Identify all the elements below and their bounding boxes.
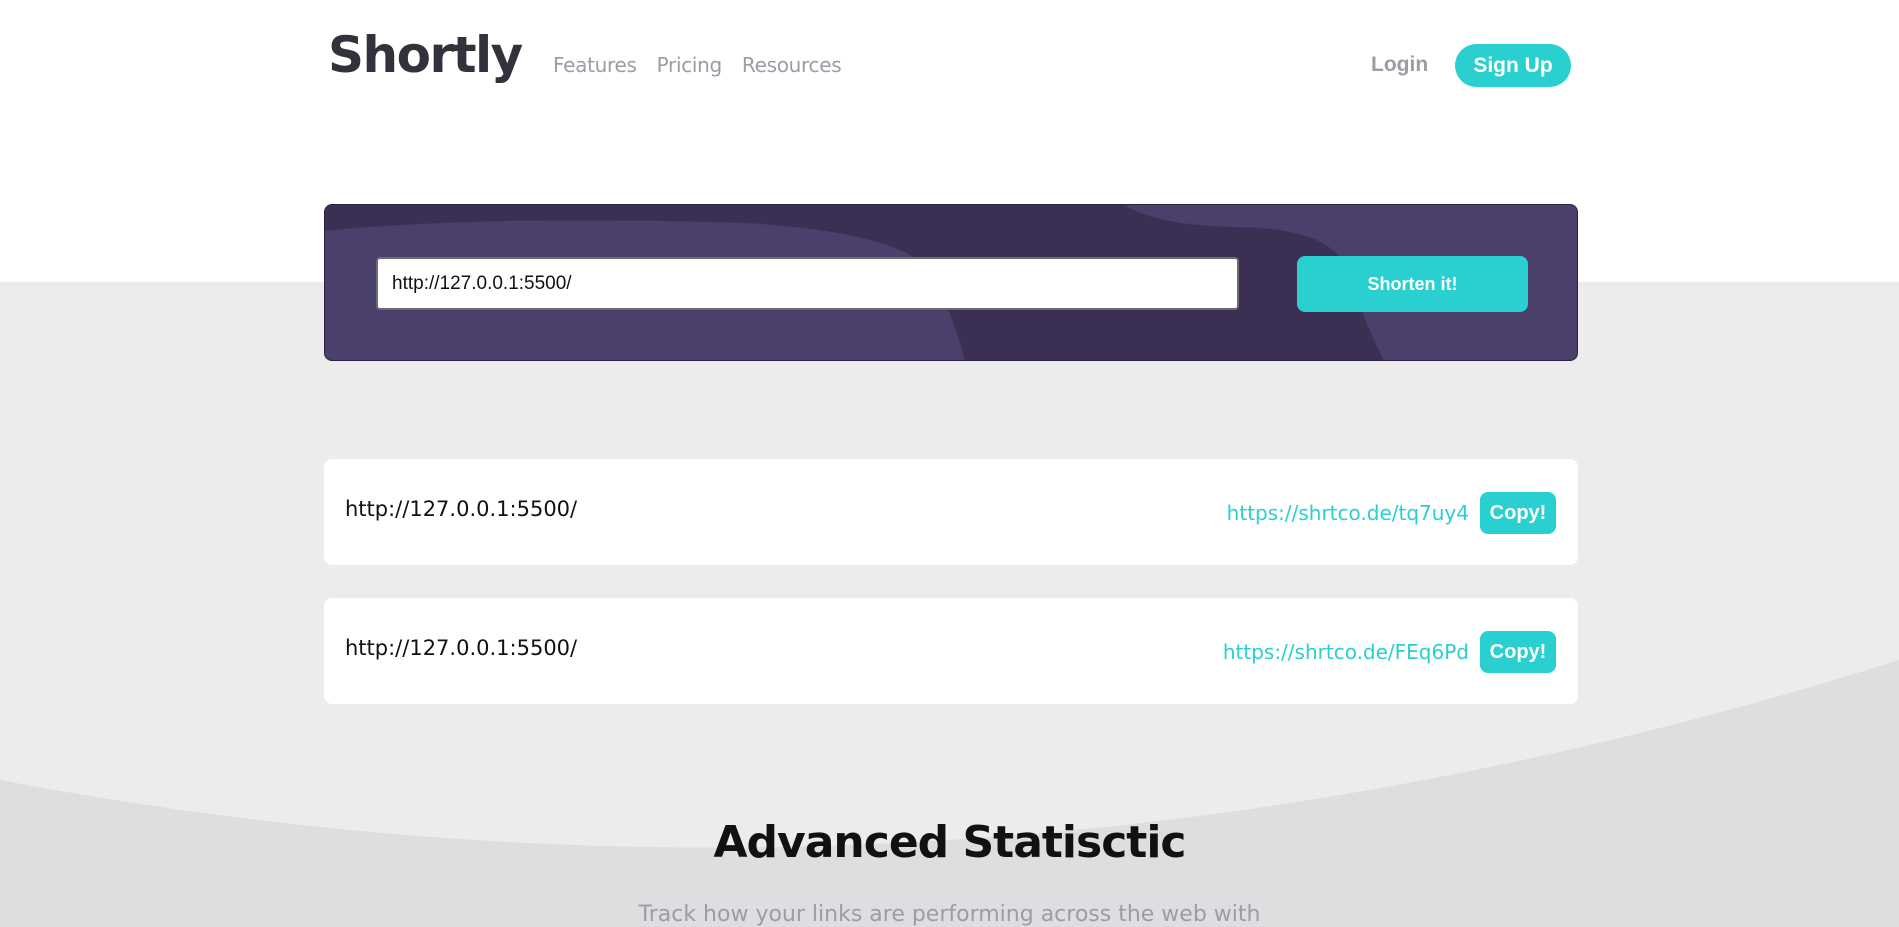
result-card: http://127.0.0.1:5500/ https://shrtco.de… bbox=[324, 459, 1578, 565]
shorten-banner: Shorten it! bbox=[324, 204, 1578, 361]
site-header: Shortly Features Pricing Resources Login… bbox=[328, 0, 1571, 130]
nav-pricing[interactable]: Pricing bbox=[657, 53, 723, 77]
result-card: http://127.0.0.1:5500/ https://shrtco.de… bbox=[324, 598, 1578, 704]
signup-button[interactable]: Sign Up bbox=[1455, 44, 1571, 87]
url-input[interactable] bbox=[376, 257, 1239, 310]
shorten-button[interactable]: Shorten it! bbox=[1297, 256, 1528, 312]
nav-resources[interactable]: Resources bbox=[742, 53, 842, 77]
original-url: http://127.0.0.1:5500/ bbox=[345, 636, 578, 660]
short-url-link[interactable]: https://shrtco.de/FEq6Pd bbox=[1223, 640, 1469, 664]
short-link-group: https://shrtco.de/tq7uy4 Copy! bbox=[1227, 492, 1556, 534]
main-nav: Features Pricing Resources bbox=[553, 53, 842, 77]
login-link[interactable]: Login bbox=[1371, 53, 1428, 77]
nav-features[interactable]: Features bbox=[553, 53, 637, 77]
original-url: http://127.0.0.1:5500/ bbox=[345, 497, 578, 521]
stats-subtitle: Track how your links are performing acro… bbox=[638, 902, 1261, 927]
logo[interactable]: Shortly bbox=[328, 26, 523, 84]
short-link-group: https://shrtco.de/FEq6Pd Copy! bbox=[1223, 631, 1556, 673]
page: Shortly Features Pricing Resources Login… bbox=[0, 0, 1899, 927]
short-url-link[interactable]: https://shrtco.de/tq7uy4 bbox=[1227, 501, 1469, 525]
copy-button[interactable]: Copy! bbox=[1480, 631, 1556, 673]
stats-heading: Advanced Statisctic bbox=[713, 817, 1187, 868]
copy-button[interactable]: Copy! bbox=[1480, 492, 1556, 534]
